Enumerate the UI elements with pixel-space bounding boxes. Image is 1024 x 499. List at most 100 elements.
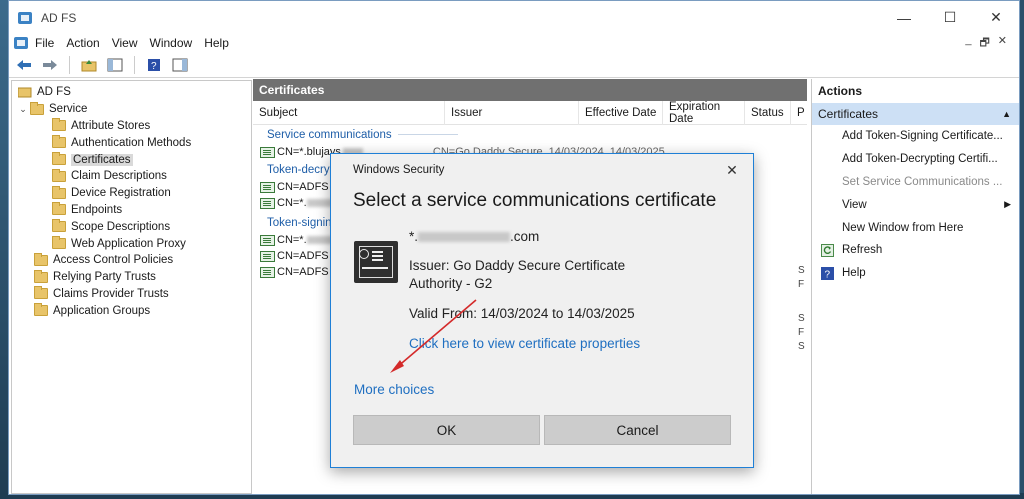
certificate-icon (260, 197, 275, 209)
folder-icon (52, 152, 66, 166)
column-primary[interactable]: P (791, 101, 807, 125)
mdi-restore-button[interactable]: 🗗 (979, 34, 989, 53)
more-choices-link[interactable]: More choices (354, 382, 434, 397)
tree-label: Access Control Policies (53, 254, 174, 267)
help-icon: ? (820, 266, 834, 280)
chevron-down-icon[interactable]: ⌄ (16, 104, 30, 115)
certificate-icon (260, 181, 275, 193)
redacted-text (418, 232, 511, 243)
close-window-button[interactable]: ✕ (973, 1, 1019, 34)
column-issuer[interactable]: Issuer (445, 100, 579, 125)
cert-name-suffix: .com (510, 229, 540, 244)
mdi-close-button[interactable]: ✕ (998, 34, 1007, 53)
column-expiration-date[interactable]: Expiration Date (663, 100, 745, 125)
tree-item-relying-party-trusts[interactable]: Relying Party Trusts (12, 269, 251, 286)
minimize-button[interactable]: — (881, 1, 927, 34)
folder-icon (52, 118, 66, 132)
toolbar: ? (9, 52, 1019, 78)
tree-item-scope-descriptions[interactable]: Scope Descriptions (12, 218, 251, 235)
action-new-window-from-here[interactable]: New Window from Here (812, 216, 1019, 239)
toolbar-separator (69, 55, 70, 74)
certificate-name[interactable]: *. .com (409, 229, 539, 244)
dialog-titlebar: Windows Security ✕ (331, 154, 753, 186)
folder-icon (52, 219, 66, 233)
column-headers: Subject Issuer Effective Date Expiration… (253, 100, 807, 125)
action-refresh[interactable]: Refresh (812, 239, 1019, 262)
ok-button[interactable]: OK (353, 415, 540, 445)
folder-icon (34, 286, 48, 300)
console-tree-icon (107, 58, 123, 71)
actions-section-certificates[interactable]: Certificates ▲ (812, 103, 1019, 125)
certificate-icon (260, 146, 275, 158)
toolbar-separator (134, 55, 135, 74)
help-toolbar-button[interactable]: ? (143, 55, 165, 75)
tree-item-device-registration[interactable]: Device Registration (12, 185, 251, 202)
dialog-close-icon[interactable]: ✕ (711, 162, 753, 179)
status-mark: S (798, 265, 805, 276)
show-hide-action-pane-button[interactable] (169, 55, 191, 75)
tree-label: Relying Party Trusts (53, 271, 156, 284)
actions-section-label: Certificates (818, 107, 879, 121)
action-help[interactable]: ? Help (812, 262, 1019, 285)
cancel-button[interactable]: Cancel (544, 415, 731, 445)
tree-label: Endpoints (71, 203, 123, 216)
mdi-minimize-button[interactable]: _ (965, 34, 971, 53)
tree-item-certificates[interactable]: Certificates (12, 151, 251, 168)
collapse-triangle-icon[interactable]: ▲ (1002, 109, 1011, 119)
menu-file[interactable]: File (35, 36, 62, 50)
svg-text:?: ? (151, 61, 157, 72)
tree-item-claim-descriptions[interactable]: Claim Descriptions (12, 168, 251, 185)
tree-item-web-application-proxy[interactable]: Web Application Proxy (12, 235, 251, 252)
tree-item-service[interactable]: ⌄ Service (12, 101, 251, 118)
adfs-root-icon (18, 87, 32, 98)
column-subject[interactable]: Subject (253, 100, 445, 125)
tree-label: Application Groups (53, 304, 151, 317)
svg-text:?: ? (824, 269, 830, 280)
action-set-service-communications[interactable]: Set Service Communications ... (812, 171, 1019, 194)
tree-label: Scope Descriptions (71, 220, 171, 233)
tree-item-access-control-policies[interactable]: Access Control Policies (12, 252, 251, 269)
group-label: Service communications (267, 128, 392, 141)
menu-view[interactable]: View (112, 36, 146, 50)
dialog-heading: Select a service communications certific… (353, 190, 717, 211)
column-effective-date[interactable]: Effective Date (579, 100, 663, 125)
tree-item-claims-provider-trusts[interactable]: Claims Provider Trusts (12, 286, 251, 303)
tree-item-endpoints[interactable]: Endpoints (12, 202, 251, 219)
menu-action[interactable]: Action (66, 36, 107, 50)
menu-bar: File Action View Window Help _ 🗗 ✕ (9, 34, 1019, 52)
action-label: Set Service Communications ... (842, 175, 1003, 188)
group-service-communications: Service communications (253, 125, 807, 144)
tree-label: Claim Descriptions (71, 170, 167, 183)
window-titlebar: AD FS — ☐ ✕ (9, 1, 1019, 34)
tree-item-attribute-stores[interactable]: Attribute Stores (12, 118, 251, 135)
certificate-icon (260, 234, 275, 246)
up-one-level-button[interactable] (78, 55, 100, 75)
forward-button[interactable] (39, 55, 61, 75)
show-hide-console-tree-button[interactable] (104, 55, 126, 75)
menu-window[interactable]: Window (150, 36, 201, 50)
action-view[interactable]: View ▶ (812, 193, 1019, 216)
tree-item-application-groups[interactable]: Application Groups (12, 302, 251, 319)
tree-item-adfs-root[interactable]: AD FS (12, 84, 251, 101)
actions-header: Actions (818, 84, 863, 98)
back-arrow-icon (17, 59, 31, 70)
action-add-token-signing-certificate[interactable]: Add Token-Signing Certificate... (812, 125, 1019, 148)
folder-icon (52, 202, 66, 216)
back-button[interactable] (13, 55, 35, 75)
folder-icon (52, 135, 66, 149)
adfs-app-icon (18, 11, 32, 24)
status-mark: S (798, 313, 805, 324)
window-title: AD FS (41, 10, 77, 25)
mmc-console-icon[interactable] (13, 36, 29, 50)
status-mark: F (798, 327, 805, 338)
maximize-button[interactable]: ☐ (927, 1, 973, 34)
certificate-icon (260, 266, 275, 278)
issuer-line-2: Authority - G2 (409, 276, 493, 291)
action-label: View (842, 198, 867, 211)
tree-item-authentication-methods[interactable]: Authentication Methods (12, 134, 251, 151)
menu-help[interactable]: Help (204, 36, 237, 50)
column-status[interactable]: Status (745, 100, 791, 125)
action-pane-icon (172, 58, 188, 71)
action-add-token-decrypting-certificate[interactable]: Add Token-Decrypting Certifi... (812, 148, 1019, 171)
status-mark: F (798, 279, 805, 290)
